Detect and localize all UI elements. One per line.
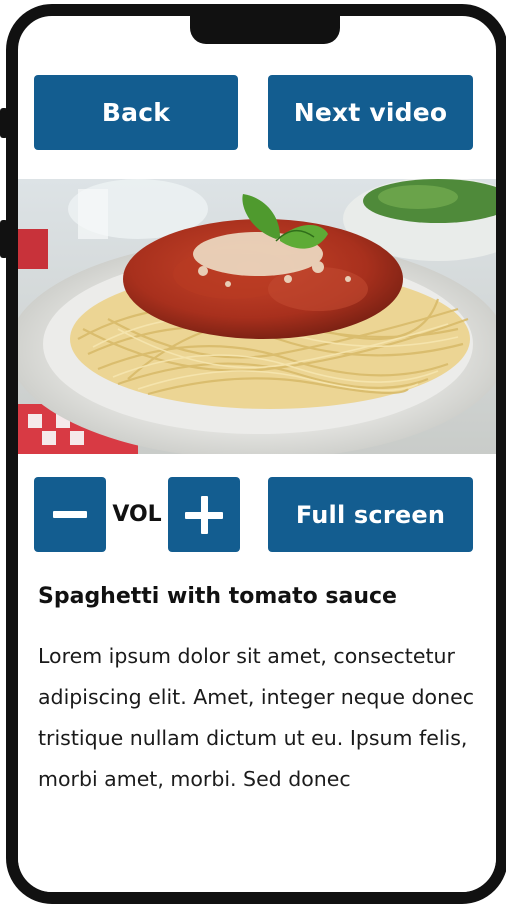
next-video-button[interactable]: Next video [268, 75, 473, 150]
plus-icon [185, 495, 223, 534]
phone-notch [190, 16, 340, 44]
side-button-left-top [0, 108, 8, 138]
recipe-title: Spaghetti with tomato sauce [38, 584, 397, 609]
side-button-left-bottom [0, 220, 8, 258]
volume-up-button[interactable] [168, 477, 240, 552]
volume-label: VOL [112, 502, 162, 527]
recipe-description: Lorem ipsum dolor sit amet, consectetur … [38, 644, 474, 791]
back-button[interactable]: Back [34, 75, 238, 150]
next-video-button-label: Next video [293, 98, 448, 127]
minus-icon [53, 511, 87, 518]
fullscreen-button-label: Full screen [295, 500, 446, 529]
back-button-label: Back [101, 98, 171, 127]
video-thumbnail [18, 179, 496, 454]
fullscreen-button[interactable]: Full screen [268, 477, 473, 552]
side-button-right [498, 146, 506, 216]
phone-frame: Back Next video VOL Full screen Spaghett… [6, 4, 506, 904]
video-player[interactable] [18, 179, 496, 454]
volume-down-button[interactable] [34, 477, 106, 552]
